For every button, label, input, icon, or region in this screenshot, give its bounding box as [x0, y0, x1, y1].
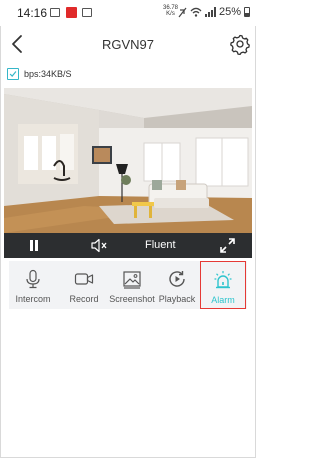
status-time: 14:16 — [17, 6, 48, 20]
room-camera-image — [4, 88, 252, 233]
network-speed: 36.78 K/s — [163, 5, 179, 17]
playback-button[interactable]: Playback — [157, 261, 197, 309]
video-camera-icon — [74, 273, 94, 285]
microphone-icon — [26, 269, 40, 289]
mute-vibrate-icon — [178, 7, 187, 17]
feature-toolbar: Intercom Record Screenshot Playback Alar… — [9, 261, 247, 309]
alarm-label: Alarm — [211, 295, 235, 305]
record-label: Record — [69, 294, 99, 304]
bitrate-check-icon — [7, 68, 19, 80]
player-control-bar: Fluent — [4, 233, 252, 258]
app-notification-icon — [66, 7, 77, 18]
speaker-muted-icon[interactable] — [90, 238, 108, 253]
signal-icon — [205, 7, 216, 17]
bitrate-row: bps:34KB/S — [7, 66, 72, 82]
bitrate-text: bps:34KB/S — [24, 69, 72, 79]
settings-gear-icon[interactable] — [229, 33, 251, 55]
alarm-button[interactable]: Alarm — [200, 261, 246, 309]
screenshot-label: Screenshot — [109, 294, 155, 304]
alarm-siren-icon — [214, 271, 232, 289]
live-video-feed[interactable] — [4, 88, 252, 233]
fullscreen-expand-icon[interactable] — [219, 237, 236, 254]
nav-bar: RGVN97 — [0, 26, 256, 64]
page-title: RGVN97 — [101, 37, 155, 52]
record-button[interactable]: Record — [64, 261, 104, 309]
image-icon — [123, 271, 141, 289]
playback-icon — [169, 271, 185, 287]
status-right-group: 25% — [178, 5, 251, 19]
battery-icon — [244, 7, 251, 17]
gallery-notification-icon — [50, 8, 60, 17]
message-notification-icon — [82, 8, 92, 17]
battery-percent: 25% — [219, 6, 242, 18]
playback-label: Playback — [158, 294, 196, 304]
pause-icon[interactable] — [29, 240, 39, 251]
screenshot-button[interactable]: Screenshot — [108, 261, 156, 309]
status-bar: 14:16 36.78 K/s 25% — [0, 0, 256, 26]
intercom-label: Intercom — [15, 294, 51, 304]
quality-selector[interactable]: Fluent — [145, 239, 176, 251]
intercom-button[interactable]: Intercom — [12, 261, 54, 309]
wifi-icon — [190, 7, 202, 17]
